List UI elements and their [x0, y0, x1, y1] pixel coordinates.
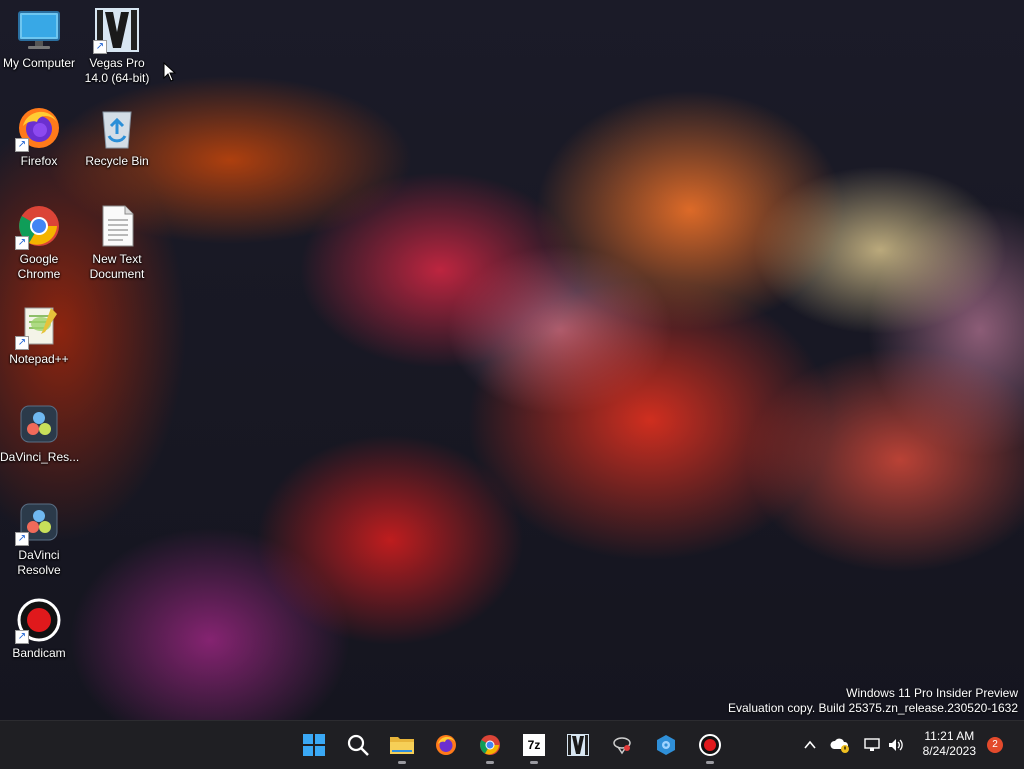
desktop-icon-label: Google Chrome — [17, 252, 61, 281]
desktop-icon-my-computer[interactable]: My Computer — [0, 6, 78, 71]
desktop-icon-new-text-document[interactable]: New Text Document — [78, 202, 156, 282]
taskbar-bandicam[interactable] — [694, 729, 726, 764]
system-clock[interactable]: 11:21 AM 8/24/2023 — [923, 729, 976, 759]
show-hidden-icons-button[interactable] — [800, 735, 820, 755]
desktop-icon-google-chrome[interactable]: ↗ Google Chrome — [0, 202, 78, 282]
taskbar-network-tool[interactable] — [606, 729, 638, 761]
running-indicator — [530, 761, 538, 764]
shortcut-arrow-icon: ↗ — [15, 532, 29, 546]
settings-box-icon — [657, 735, 675, 755]
desktop-icon-davinci-resolve[interactable]: ↗ DaVinci Resolve — [0, 498, 78, 578]
onedrive-tray[interactable] — [830, 735, 850, 755]
notepad-plus-plus-icon: ↗ — [15, 302, 63, 350]
desktop-icon-recycle-bin[interactable]: Recycle Bin — [78, 104, 156, 169]
watermark-build: Evaluation copy. Build 25375.zn_release.… — [728, 701, 1018, 715]
shortcut-arrow-icon: ↗ — [93, 40, 107, 54]
clock-time: 11:21 AM — [924, 729, 975, 743]
desktop-icon-vegas-pro[interactable]: ↗ Vegas Pro 14.0 (64-bit) — [78, 6, 156, 86]
shortcut-arrow-icon: ↗ — [15, 336, 29, 350]
file-explorer-icon — [390, 737, 414, 754]
davinci-resolve-icon: ↗ — [15, 498, 63, 546]
chrome-icon — [480, 735, 500, 755]
vegas-pro-icon: ↗ — [93, 6, 141, 54]
watermark-edition: Windows 11 Pro Insider Preview — [846, 686, 1018, 700]
desktop-icon-label: Vegas Pro 14.0 (64-bit) — [84, 56, 150, 85]
network-tool-icon — [613, 737, 631, 755]
desktop-icon-label: DaVinci Resolve — [17, 548, 61, 577]
monitor-icon — [15, 6, 63, 54]
7zip-icon: 7z — [523, 734, 545, 756]
desktop-icon-label: Notepad++ — [9, 352, 69, 366]
desktop-icon-label: Recycle Bin — [85, 154, 149, 168]
desktop-icon-label: Firefox — [20, 154, 58, 168]
running-indicator — [486, 761, 494, 764]
network-tray[interactable] — [862, 735, 882, 755]
desktop-icon-label: Bandicam — [12, 646, 66, 660]
search-icon — [347, 734, 369, 756]
volume-tray[interactable] — [886, 735, 906, 755]
desktop-icon-notepad-plus-plus[interactable]: ↗ Notepad++ — [0, 302, 78, 367]
taskbar-chrome[interactable] — [474, 729, 506, 764]
firefox-icon — [436, 735, 456, 755]
bandicam-icon — [699, 734, 721, 756]
taskbar-firefox[interactable] — [430, 729, 462, 761]
cloud-warning-icon — [830, 738, 849, 753]
shortcut-arrow-icon: ↗ — [15, 630, 29, 644]
mouse-cursor-icon — [163, 62, 177, 82]
speaker-icon — [889, 739, 903, 751]
running-indicator — [398, 761, 406, 764]
davinci-resolve-icon — [15, 400, 63, 448]
shortcut-arrow-icon: ↗ — [15, 138, 29, 152]
ethernet-icon — [864, 738, 880, 751]
taskbar-vegas-pro[interactable] — [562, 729, 594, 761]
vegas-pro-icon — [567, 734, 589, 756]
notification-badge[interactable]: 2 — [987, 737, 1003, 753]
desktop-icon-bandicam[interactable]: ↗ Bandicam — [0, 596, 78, 661]
chrome-icon: ↗ — [15, 202, 63, 250]
desktop-icon-label: New Text Document — [89, 252, 145, 281]
desktop-icon-label: DaVinci_Res... — [0, 450, 80, 464]
taskbar-settings-box[interactable] — [650, 729, 682, 761]
desktop-icon-firefox[interactable]: ↗ Firefox — [0, 104, 78, 169]
search-button[interactable] — [342, 729, 374, 761]
build-watermark: Windows 11 Pro Insider Preview Evaluatio… — [728, 686, 1018, 716]
running-indicator — [706, 761, 714, 764]
taskbar: 7z 11:21 AM 8/24/2023 2 — [0, 720, 1024, 769]
taskbar-7zip[interactable]: 7z — [518, 729, 550, 764]
start-button[interactable] — [298, 729, 330, 761]
shortcut-arrow-icon: ↗ — [15, 236, 29, 250]
text-file-icon — [93, 202, 141, 250]
taskbar-file-explorer[interactable] — [386, 729, 418, 764]
windows-start-icon — [303, 734, 325, 756]
desktop-wallpaper: My Computer ↗ Firefox ↗ Google Chrome ↗ … — [0, 0, 1024, 720]
bandicam-icon: ↗ — [15, 596, 63, 644]
desktop-icon-davinci-res[interactable]: DaVinci_Res... — [0, 400, 80, 465]
chevron-up-icon — [804, 740, 816, 749]
desktop-icon-label: My Computer — [2, 56, 76, 70]
firefox-icon: ↗ — [15, 104, 63, 152]
recycle-bin-icon — [93, 104, 141, 152]
clock-date: 8/24/2023 — [922, 744, 976, 758]
